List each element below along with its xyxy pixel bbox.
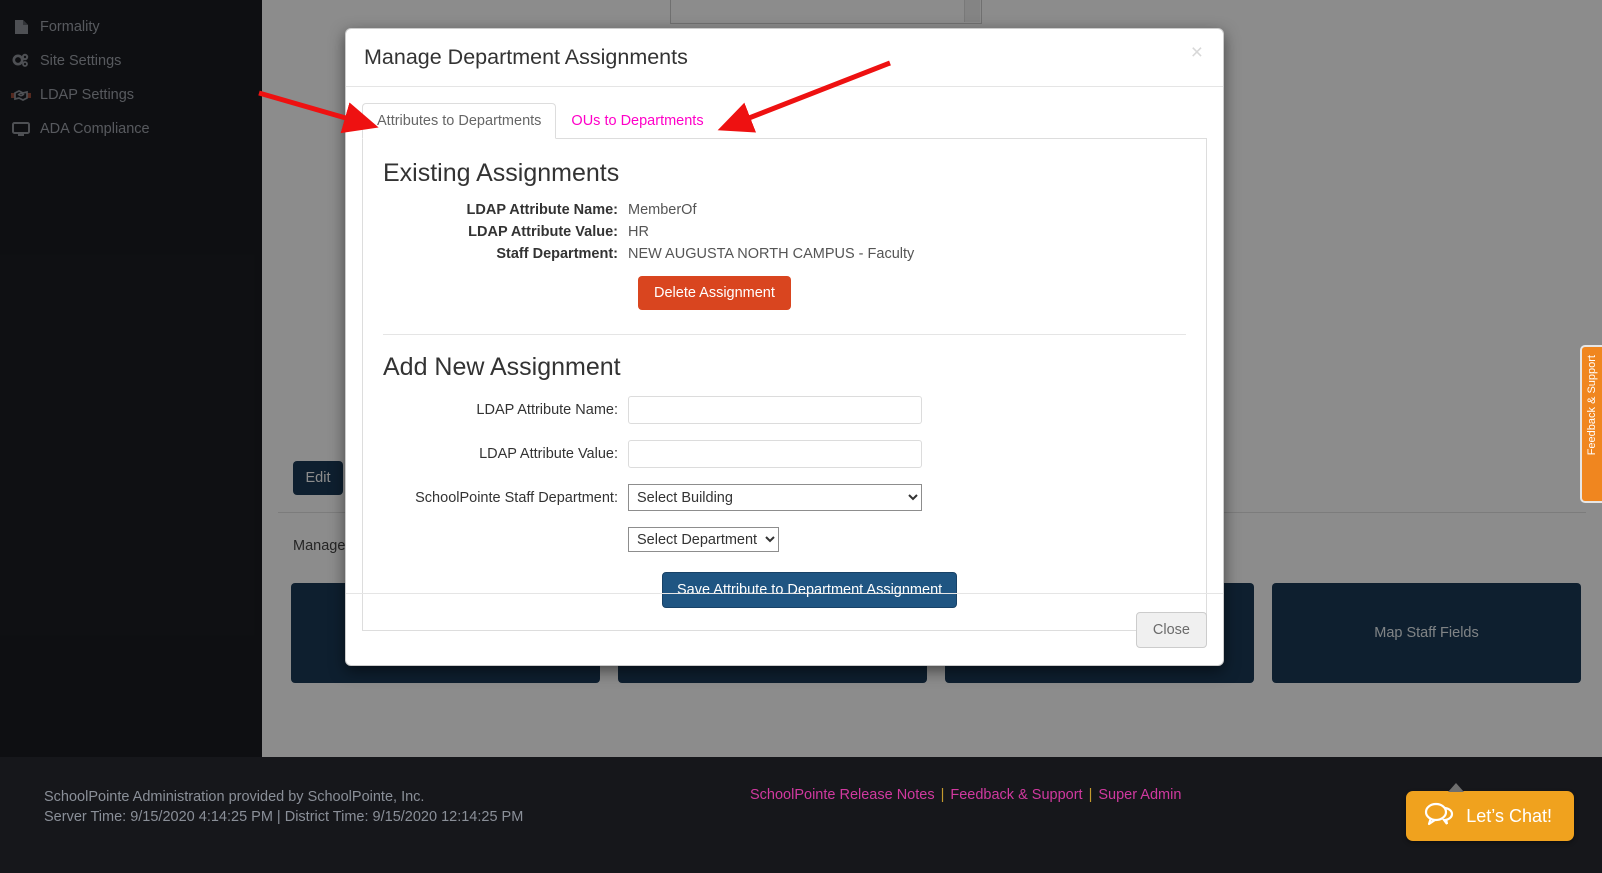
existing-staff-dept-label: Staff Department:: [496, 246, 618, 262]
page-footer: SchoolPointe Administration provided by …: [0, 757, 1602, 873]
staff-department-label: SchoolPointe Staff Department:: [415, 489, 618, 506]
new-attr-value-label: LDAP Attribute Value:: [479, 446, 618, 462]
feedback-support-tab-label: Feedback & Support: [1586, 355, 1598, 456]
ldap-attribute-value-input[interactable]: [628, 440, 922, 468]
footer-separator: |: [1088, 787, 1093, 803]
modal-body: Attributes to Departments OUs to Departm…: [346, 87, 1223, 631]
modal-title: Manage Department Assignments: [364, 45, 688, 69]
chat-pointer-arrow: [1448, 783, 1465, 792]
new-attr-value-row: LDAP Attribute Value:: [383, 440, 1186, 468]
modal-header: Manage Department Assignments ×: [346, 29, 1223, 87]
existing-attr-name-label: LDAP Attribute Name:: [466, 202, 618, 218]
feedback-support-tab[interactable]: Feedback & Support: [1580, 345, 1602, 503]
existing-attr-value-value: HR: [628, 224, 649, 240]
link-super-admin[interactable]: Super Admin: [1098, 787, 1181, 803]
new-attr-name-label: LDAP Attribute Name:: [476, 402, 618, 418]
close-icon[interactable]: ×: [1185, 41, 1209, 64]
footer-links: SchoolPointe Release Notes | Feedback & Su…: [750, 787, 1181, 803]
footer-line-2: Server Time: 9/15/2020 4:14:25 PM | Dist…: [44, 809, 524, 825]
existing-assignments-heading: Existing Assignments: [383, 159, 620, 187]
select-department-dropdown[interactable]: Select Department: [628, 527, 779, 552]
new-staff-dept-row: SchoolPointe Staff Department: Select Bu…: [383, 484, 1186, 511]
select-building-dropdown[interactable]: Select Building: [628, 484, 922, 511]
tab-attributes-to-departments[interactable]: Attributes to Departments: [362, 103, 557, 139]
existing-attr-name-row: LDAP Attribute Name: MemberOf: [383, 202, 1186, 218]
close-button[interactable]: Close: [1135, 612, 1207, 648]
tab-pane-attributes-to-departments: Existing Assignments LDAP Attribute Name…: [362, 139, 1207, 631]
existing-staff-dept-value: NEW AUGUSTA NORTH CAMPUS - Faculty: [628, 246, 915, 262]
lets-chat-label: Let’s Chat!: [1466, 805, 1552, 826]
existing-attr-value-row: LDAP Attribute Value: HR: [383, 224, 1186, 240]
modal-footer: Close: [346, 593, 1223, 665]
footer-line-1: SchoolPointe Administration provided by …: [44, 789, 425, 805]
existing-attr-name-value: MemberOf: [628, 202, 697, 218]
section-separator: [383, 334, 1186, 335]
lets-chat-button[interactable]: Let’s Chat!: [1406, 783, 1574, 841]
new-attr-name-row: LDAP Attribute Name:: [383, 396, 1186, 424]
existing-staff-dept-row: Staff Department: NEW AUGUSTA NORTH CAMP…: [383, 246, 1186, 262]
link-feedback-support[interactable]: Feedback & Support: [950, 787, 1082, 803]
chat-bubble-icon: [1424, 802, 1454, 831]
footer-text-block: SchoolPointe Administration provided by …: [44, 787, 523, 827]
existing-attr-value-label: LDAP Attribute Value:: [468, 224, 618, 240]
link-release-notes[interactable]: SchoolPointe Release Notes: [750, 787, 935, 803]
new-department-row: Select Department: [383, 527, 1186, 552]
manage-department-assignments-modal: Manage Department Assignments × Attribut…: [345, 28, 1224, 666]
tab-bar: Attributes to Departments OUs to Departm…: [362, 103, 1207, 139]
add-new-assignment-heading: Add New Assignment: [383, 353, 621, 381]
footer-separator: |: [940, 787, 945, 803]
delete-assignment-button[interactable]: Delete Assignment: [638, 276, 791, 310]
tab-ous-to-departments[interactable]: OUs to Departments: [556, 103, 718, 139]
ldap-attribute-name-input[interactable]: [628, 396, 922, 424]
